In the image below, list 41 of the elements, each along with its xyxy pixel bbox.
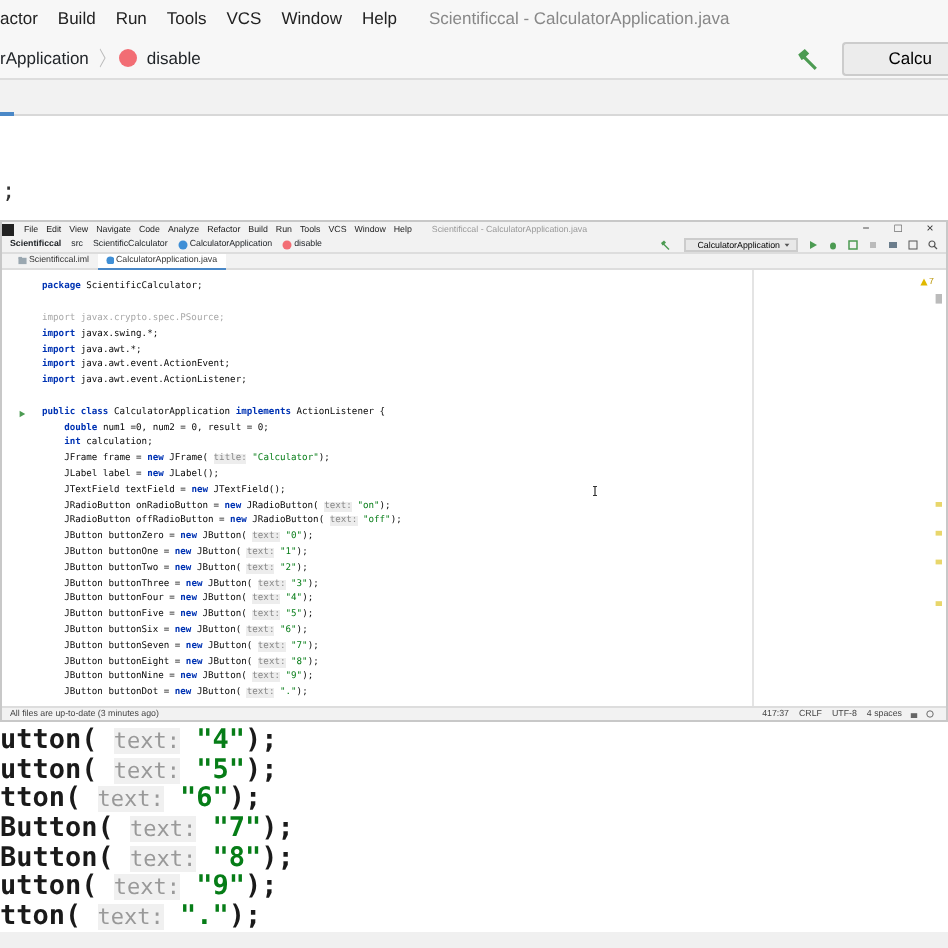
- class-icon: [177, 240, 188, 250]
- method-icon: [282, 240, 293, 250]
- debug-icon[interactable]: [828, 240, 838, 250]
- menu-item[interactable]: Window: [281, 6, 342, 32]
- event-log-icon: [926, 710, 934, 718]
- lock-icon: [910, 710, 918, 718]
- breadcrumb-item[interactable]: rApplication: [0, 45, 89, 71]
- method-icon: [118, 48, 139, 68]
- menu-item[interactable]: Tools: [166, 6, 207, 32]
- code-line: utton( text: "4");: [0, 726, 280, 756]
- menu-item[interactable]: Run: [115, 6, 147, 32]
- folder-icon[interactable]: [888, 240, 898, 250]
- breadcrumb-item[interactable]: disable: [146, 45, 201, 71]
- hammer-icon[interactable]: [659, 240, 670, 250]
- chevron-icon: [98, 48, 109, 68]
- layout-icon[interactable]: [908, 240, 918, 250]
- menu-item[interactable]: actor: [0, 6, 38, 32]
- window-title: Scientificcal - CalculatorApplication.java: [428, 6, 730, 32]
- menu-item[interactable]: VCS: [226, 6, 262, 32]
- code-line: Button( text: "8");: [0, 843, 296, 873]
- stop-icon[interactable]: [868, 240, 878, 250]
- code-line: utton( text: "9");: [0, 872, 280, 903]
- run-configuration-dropdown[interactable]: Calcu: [842, 41, 948, 75]
- app-logo-icon: [2, 224, 14, 236]
- run-gutter-icon[interactable]: [18, 410, 26, 419]
- class-icon: [105, 255, 115, 265]
- menu-item[interactable]: Help: [361, 6, 397, 32]
- hammer-icon[interactable]: [796, 47, 819, 69]
- code-line: utton( text: "5");: [0, 755, 280, 785]
- code-line: tton( text: ".");: [0, 902, 264, 932]
- text-cursor-icon: [590, 484, 600, 498]
- code-line: tton( text: "6");: [0, 784, 264, 815]
- warning-icon: [919, 278, 928, 287]
- selected-tab-indicator: [0, 112, 14, 116]
- search-icon[interactable]: [928, 240, 938, 250]
- coverage-icon[interactable]: [848, 240, 858, 250]
- code-line: ;: [2, 178, 16, 204]
- code-line: Button( text: "7");: [0, 814, 296, 844]
- menu-item[interactable]: Build: [57, 6, 96, 32]
- folder-icon: [18, 256, 27, 266]
- caret-icon: [784, 242, 790, 249]
